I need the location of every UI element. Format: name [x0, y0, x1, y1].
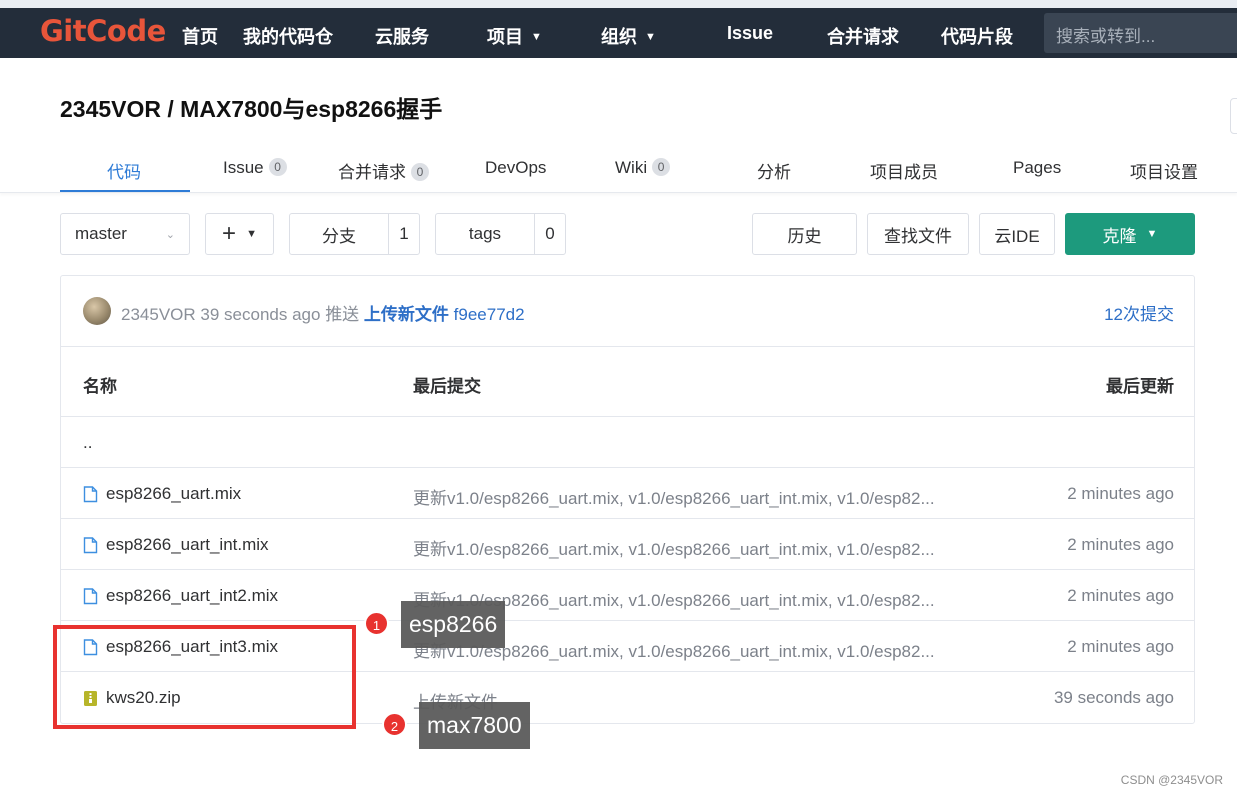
chevron-down-icon: ⌄: [165, 228, 175, 241]
column-header-last-commit: 最后提交: [413, 377, 481, 396]
star-button[interactable]: [1230, 98, 1237, 134]
nav-issue[interactable]: Issue: [727, 23, 773, 44]
annotation-marker-1: 1: [364, 611, 389, 636]
annotation-label-2: max7800: [419, 702, 530, 749]
table-row[interactable]: esp8266_uart_int.mix 更新v1.0/esp8266_uart…: [61, 519, 1194, 570]
commit-count-link[interactable]: 12次提交: [1104, 300, 1174, 325]
clone-button[interactable]: 克隆 ▼: [1065, 213, 1195, 255]
chevron-down-icon: ▼: [1146, 228, 1158, 240]
table-header: 名称 最后提交 最后更新: [61, 347, 1194, 417]
highlight-box: [53, 625, 356, 729]
watermark: CSDN @2345VOR: [1120, 773, 1223, 787]
gitcode-logo[interactable]: GitCode: [40, 14, 166, 48]
history-button[interactable]: 历史: [752, 213, 857, 255]
search-input[interactable]: 搜索或转到...: [1044, 13, 1237, 53]
table-row[interactable]: esp8266_uart.mix 更新v1.0/esp8266_uart.mix…: [61, 468, 1194, 519]
cloud-ide-button[interactable]: 云IDE: [979, 213, 1055, 255]
file-icon: [83, 536, 98, 553]
nav-projects[interactable]: 项目 ▼: [487, 23, 542, 49]
wiki-count-badge: 0: [652, 158, 671, 176]
branches-button[interactable]: 分支 1: [289, 213, 420, 255]
table-row[interactable]: esp8266_uart_int2.mix 更新v1.0/esp8266_uar…: [61, 570, 1194, 621]
commit-sha-link[interactable]: f9ee77d2: [454, 305, 525, 324]
nav-snippets[interactable]: 代码片段: [941, 23, 1013, 49]
tab-devops[interactable]: DevOps: [485, 158, 546, 178]
nav-cloud-services[interactable]: 云服务: [375, 23, 429, 49]
repo-tabs: 代码 Issue 0 合并请求 0 DevOps Wiki 0 分析 项目成员 Pag…: [0, 143, 1237, 193]
tab-wiki[interactable]: Wiki 0: [615, 158, 671, 178]
chevron-down-icon: ▼: [246, 228, 257, 240]
chevron-down-icon: ▼: [645, 31, 656, 43]
annotation-marker-2: 2: [382, 712, 407, 737]
nav-merge-requests[interactable]: 合并请求: [827, 23, 899, 49]
branch-select[interactable]: master ⌄: [60, 213, 190, 255]
tags-button[interactable]: tags 0: [435, 213, 566, 255]
latest-commit-bar: 2345VOR 39 seconds ago 推送 上传新文件 f9ee77d2…: [61, 276, 1194, 347]
tab-analysis[interactable]: 分析: [757, 158, 791, 183]
parent-dir-row[interactable]: ..: [61, 417, 1194, 468]
commit-message-link[interactable]: 上传新文件: [364, 305, 449, 324]
tab-members[interactable]: 项目成员: [870, 158, 938, 183]
issue-count-badge: 0: [268, 158, 287, 176]
plus-icon: +: [222, 220, 237, 247]
column-header-name: 名称: [83, 377, 117, 396]
nav-my-repos[interactable]: 我的代码仓: [243, 23, 333, 49]
tags-count: 0: [545, 224, 555, 243]
mr-count-badge: 0: [411, 163, 429, 181]
latest-commit-info: 2345VOR 39 seconds ago 推送 上传新文件 f9ee77d2: [121, 305, 525, 324]
tab-merge-requests[interactable]: 合并请求 0: [338, 158, 429, 183]
tab-issue[interactable]: Issue 0: [223, 158, 287, 178]
add-dropdown-button[interactable]: + ▼: [205, 213, 274, 255]
branches-count: 1: [399, 224, 409, 243]
nav-home[interactable]: 首页: [182, 23, 218, 49]
column-header-last-update: 最后更新: [1106, 377, 1174, 396]
file-icon: [83, 587, 98, 604]
tab-settings[interactable]: 项目设置: [1130, 158, 1198, 183]
chevron-down-icon: ▼: [531, 31, 542, 43]
nav-organizations[interactable]: 组织 ▼: [601, 23, 656, 49]
tab-pages[interactable]: Pages: [1013, 158, 1061, 178]
page-title: 2345VOR / MAX7800与esp8266握手: [60, 96, 443, 122]
active-tab-indicator: [60, 190, 190, 192]
file-icon: [83, 485, 98, 502]
top-navbar: GitCode 首页 我的代码仓 云服务 项目 ▼ 组织 ▼ Issue 合并请求 …: [0, 0, 1237, 58]
find-file-button[interactable]: 查找文件: [867, 213, 969, 255]
tab-code[interactable]: 代码: [107, 158, 141, 183]
annotation-label-1: esp8266: [401, 601, 506, 648]
avatar[interactable]: [83, 297, 111, 325]
